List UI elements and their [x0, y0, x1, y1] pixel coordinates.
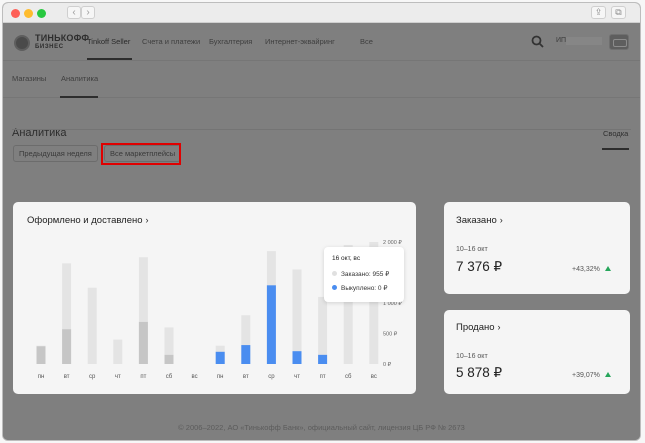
active-subnav-indicator: [60, 96, 98, 98]
x-tick-label: сб: [345, 374, 352, 380]
highlight-box: [101, 143, 181, 165]
bar-sold[interactable]: [318, 354, 328, 364]
bar-ordered[interactable]: [113, 339, 123, 364]
logo-title[interactable]: ТИНЬКОФФ: [35, 33, 89, 43]
ordered-change-text: +43,32%: [572, 266, 600, 273]
x-tick-label: вт: [243, 374, 249, 380]
tab-summary[interactable]: Сводка: [603, 129, 628, 138]
divider: [12, 129, 631, 130]
chevron-right-icon: ›: [497, 322, 501, 332]
x-tick-label: сб: [166, 374, 173, 380]
browser-toolbar: ‹ › ⇪ ⧉: [3, 3, 640, 23]
x-tick-label: пт: [140, 374, 146, 380]
sold-change: +39,07%: [572, 372, 611, 379]
sold-title[interactable]: Продано ›: [456, 322, 501, 333]
x-tick-label: вс: [192, 374, 198, 380]
sold-title-text: Продано: [456, 322, 495, 333]
bought-dot-icon: [332, 284, 337, 290]
bar-sold[interactable]: [138, 321, 148, 364]
back-button[interactable]: ‹: [67, 6, 81, 19]
x-tick-label: ср: [268, 374, 275, 380]
bar-ordered[interactable]: [318, 296, 328, 364]
logo-subtitle[interactable]: БИЗНЕС: [35, 44, 64, 50]
y-tick-label: 0 ₽: [383, 361, 392, 368]
bar-sold[interactable]: [292, 351, 302, 364]
trend-up-icon: [604, 266, 611, 271]
y-tick-label: 500 ₽: [383, 331, 398, 338]
subnav-stores[interactable]: Магазины: [12, 74, 46, 83]
chevron-right-icon: ›: [499, 215, 503, 225]
ordered-dot-icon: [332, 270, 337, 276]
tooltip-ordered-label: Заказано: 955 ₽: [341, 271, 390, 278]
ordered-title-text: Заказано: [456, 215, 497, 226]
x-tick-label: чт: [294, 374, 300, 380]
bar-sold[interactable]: [36, 346, 46, 364]
x-tick-label: ср: [89, 374, 96, 380]
ordered-period: 10–16 окт: [456, 246, 488, 253]
tooltip-bought: Выкуплено: 0 ₽: [332, 284, 387, 292]
tinkoff-logo-icon[interactable]: [14, 35, 30, 51]
sold-card[interactable]: Продано › 10–16 окт 5 878 ₽ +39,07%: [444, 310, 630, 394]
x-tick-label: вс: [371, 374, 377, 380]
close-window-button[interactable]: [11, 9, 20, 18]
tooltip-ordered: Заказано: 955 ₽: [332, 270, 389, 278]
y-tick-label: 2 000 ₽: [383, 239, 402, 246]
nav-tinkoff-seller[interactable]: Tinkoff Seller: [87, 37, 130, 46]
top-header: ТИНЬКОФФ БИЗНЕС Tinkoff Seller Счета и п…: [3, 23, 640, 60]
footer-text: © 2006–2022, АО «Тинькофф Банк», официал…: [178, 423, 465, 432]
x-tick-label: пт: [320, 374, 326, 380]
subnav-analytics[interactable]: Аналитика: [61, 74, 98, 83]
browser-window: ‹ › ⇪ ⧉ ТИНЬКОФФ БИЗНЕС Tinkoff Seller С…: [3, 3, 640, 440]
bar-sold[interactable]: [241, 345, 251, 364]
bar-sold[interactable]: [266, 285, 276, 364]
search-icon[interactable]: [531, 35, 544, 48]
period-filter[interactable]: Предыдущая неделя: [13, 145, 98, 162]
ordered-value: 7 376 ₽: [456, 259, 503, 274]
nav-internet-acquiring[interactable]: Интернет-эквайринг: [265, 37, 335, 46]
zoom-window-button[interactable]: [37, 9, 46, 18]
sold-value: 5 878 ₽: [456, 365, 503, 380]
bar-ordered[interactable]: [292, 269, 302, 364]
bar-sold[interactable]: [62, 329, 72, 364]
active-tab-indicator: [602, 148, 629, 150]
trend-up-icon: [604, 372, 611, 377]
avatar[interactable]: [609, 34, 629, 50]
ordered-change: +43,32%: [572, 266, 611, 273]
minimize-window-button[interactable]: [24, 9, 33, 18]
bar-sold[interactable]: [164, 354, 174, 364]
ordered-card[interactable]: Заказано › 10–16 окт 7 376 ₽ +43,32%: [444, 202, 630, 294]
user-name[interactable]: ИП: [556, 37, 566, 44]
nav-all[interactable]: Все: [360, 37, 373, 46]
sub-navigation: Магазины Аналитика: [3, 60, 640, 98]
bar-sold[interactable]: [215, 351, 225, 364]
tooltip-bought-label: Выкуплено: 0 ₽: [341, 285, 388, 292]
chart-tooltip: 16 окт, вс Заказано: 955 ₽ Выкуплено: 0 …: [324, 247, 404, 302]
x-tick-label: вт: [64, 374, 70, 380]
forward-button[interactable]: ›: [81, 6, 95, 19]
bar-ordered[interactable]: [87, 287, 97, 364]
x-tick-label: пн: [38, 374, 45, 380]
x-tick-label: пн: [217, 374, 224, 380]
user-name-redacted: [566, 37, 602, 45]
ordered-title[interactable]: Заказано ›: [456, 215, 503, 226]
nav-accounting[interactable]: Бухгалтерия: [209, 37, 252, 46]
tabs-overview-button[interactable]: ⧉: [611, 6, 626, 19]
share-button[interactable]: ⇪: [591, 6, 606, 19]
tooltip-date: 16 окт, вс: [332, 255, 361, 262]
nav-accounts-payments[interactable]: Счета и платежи: [142, 37, 200, 46]
sold-change-text: +39,07%: [572, 372, 600, 379]
x-tick-label: чт: [115, 374, 121, 380]
sold-period: 10–16 окт: [456, 353, 488, 360]
